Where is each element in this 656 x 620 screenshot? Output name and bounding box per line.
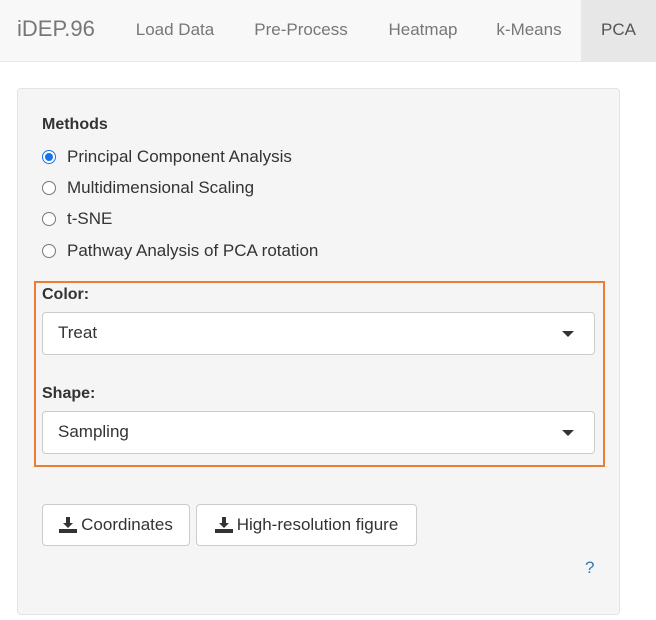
color-value: Treat [58, 323, 98, 342]
color-label: Color: [42, 286, 90, 303]
tab-pca[interactable]: PCA [581, 0, 656, 61]
radio-icon[interactable] [42, 212, 56, 226]
radio-mds[interactable]: Multidimensional Scaling [42, 178, 254, 198]
shape-select[interactable]: Sampling [42, 411, 595, 454]
help-link[interactable]: ? [585, 558, 594, 578]
button-label: Coordinates [81, 515, 173, 534]
download-icon [214, 517, 233, 533]
button-label: High-resolution figure [236, 515, 399, 534]
radio-pca[interactable]: Principal Component Analysis [42, 147, 292, 167]
color-select[interactable]: Treat [42, 312, 595, 355]
shape-label: Shape: [42, 385, 96, 402]
tab-heatmap[interactable]: Heatmap [370, 0, 476, 61]
radio-checked-icon[interactable] [42, 150, 56, 164]
radio-label: Pathway Analysis of PCA rotation [67, 241, 319, 260]
download-icon [59, 517, 78, 533]
methods-label: Methods [42, 116, 108, 133]
tab-pre-process[interactable]: Pre-Process [234, 0, 368, 61]
brand: iDEP.96 [17, 16, 95, 41]
radio-label: Principal Component Analysis [67, 147, 292, 166]
radio-icon[interactable] [42, 244, 56, 258]
download-high-res-button[interactable]: High-resolution figure [196, 504, 417, 546]
tab-k-means[interactable]: k-Means [478, 0, 580, 61]
caret-down-icon [562, 331, 574, 337]
radio-tsne[interactable]: t-SNE [42, 209, 112, 229]
radio-pathway-pca[interactable]: Pathway Analysis of PCA rotation [42, 241, 318, 261]
caret-down-icon [562, 430, 574, 436]
shape-value: Sampling [58, 422, 129, 441]
tab-load-data[interactable]: Load Data [118, 0, 232, 61]
radio-label: t-SNE [67, 209, 113, 228]
navbar: iDEP.96 Load Data Pre-Process Heatmap k-… [0, 0, 656, 62]
radio-icon[interactable] [42, 181, 56, 195]
download-coordinates-button[interactable]: Coordinates [42, 504, 190, 546]
radio-label: Multidimensional Scaling [67, 178, 255, 197]
